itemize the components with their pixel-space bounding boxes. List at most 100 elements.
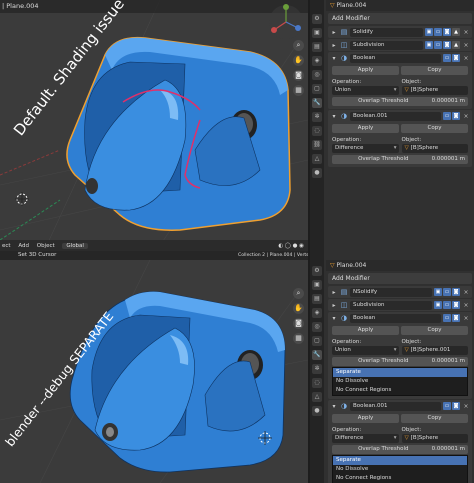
render-toggle-icon[interactable]: ◙ <box>452 54 460 62</box>
apply-button[interactable]: Apply <box>332 124 399 133</box>
world-tab-icon[interactable]: ◎ <box>312 70 322 80</box>
close-icon[interactable]: × <box>462 315 470 322</box>
viewport-toggle-icon[interactable]: ▭ <box>443 301 451 309</box>
data-tab-icon[interactable]: △ <box>312 154 322 164</box>
object-tab-icon[interactable]: ▢ <box>312 84 322 94</box>
close-icon[interactable]: × <box>462 42 470 49</box>
object-tab-icon[interactable]: ▢ <box>312 336 322 346</box>
chevron-down-icon[interactable]: ▾ <box>330 315 338 322</box>
modifier-name-field[interactable]: Subdivision <box>350 40 423 50</box>
render-toggle-icon[interactable]: ◙ <box>452 314 460 322</box>
viewport-toggle-icon[interactable]: ▭ <box>443 112 451 120</box>
physics-tab-icon[interactable]: ◌ <box>312 378 322 388</box>
copy-button[interactable]: Copy <box>401 326 468 335</box>
grid-icon[interactable]: ▦ <box>293 333 304 344</box>
object-field[interactable]: ▽ [B]Sphere.001 <box>401 346 468 355</box>
output-tab-icon[interactable]: ▤ <box>312 42 322 52</box>
render-toggle-icon[interactable]: ◙ <box>452 112 460 120</box>
modifier-tab-icon[interactable]: 🔧 <box>312 98 322 108</box>
chevron-right-icon[interactable]: ▸ <box>330 302 338 309</box>
list-item[interactable]: No Connect Regions <box>333 386 467 395</box>
overlap-threshold-field[interactable]: Overlap Threshold 0.000001 m <box>332 155 468 164</box>
modifier-tab-icon[interactable]: 🔧 <box>312 350 322 360</box>
editmode-toggle-icon[interactable]: ▣ <box>434 288 442 296</box>
orientation-dropdown[interactable]: Global <box>62 243 88 249</box>
close-icon[interactable]: × <box>462 29 470 36</box>
render-toggle-icon[interactable]: ◙ <box>443 28 451 36</box>
operation-dropdown[interactable]: Difference <box>332 434 399 443</box>
search-icon[interactable]: ⌕ <box>293 40 304 51</box>
chevron-right-icon[interactable]: ▸ <box>330 29 338 36</box>
material-tab-icon[interactable]: ● <box>312 168 322 178</box>
render-tab-icon[interactable]: ▣ <box>312 280 322 290</box>
grid-icon[interactable]: ▦ <box>293 85 304 96</box>
render-toggle-icon[interactable]: ◙ <box>452 402 460 410</box>
list-item[interactable]: No Dissolve <box>333 377 467 386</box>
list-item[interactable]: Separate <box>333 368 467 377</box>
modifier-name-field[interactable]: Boolean.001 <box>350 401 441 411</box>
overlap-threshold-field[interactable]: Overlap Threshold 0.000001 m <box>332 445 468 454</box>
hand-icon[interactable]: ✋ <box>293 55 304 66</box>
move-up-icon[interactable]: ▲ <box>452 41 460 49</box>
close-icon[interactable]: × <box>462 289 470 296</box>
close-icon[interactable]: × <box>462 403 470 410</box>
modifier-name-field[interactable]: Solidify <box>350 27 423 37</box>
material-tab-icon[interactable]: ● <box>312 406 322 416</box>
editmode-toggle-icon[interactable]: ▣ <box>425 28 433 36</box>
scene-tab-icon[interactable]: ◈ <box>312 308 322 318</box>
data-tab-icon[interactable]: △ <box>312 392 322 402</box>
viewport-3d-top[interactable]: | Plane.004 Default. Shading issue ⌕ ✋ ◙… <box>0 0 308 260</box>
tool-tab-icon[interactable]: ⚙ <box>312 14 322 24</box>
render-tab-icon[interactable]: ▣ <box>312 28 322 38</box>
viewport-toggle-icon[interactable]: ▭ <box>443 314 451 322</box>
apply-button[interactable]: Apply <box>332 66 399 75</box>
close-icon[interactable]: × <box>462 55 470 62</box>
constraints-tab-icon[interactable]: ⛓ <box>312 140 322 150</box>
camera-icon[interactable]: ◙ <box>293 70 304 81</box>
viewport-toggle-icon[interactable]: ▭ <box>434 41 442 49</box>
modifier-name-field[interactable]: NSolidify <box>350 287 432 297</box>
list-item[interactable]: No Connect Regions <box>333 474 467 483</box>
chevron-down-icon[interactable]: ▾ <box>330 55 338 62</box>
menu-object[interactable]: Object <box>37 243 55 249</box>
output-tab-icon[interactable]: ▤ <box>312 294 322 304</box>
operation-dropdown[interactable]: Difference <box>332 144 399 153</box>
hand-icon[interactable]: ✋ <box>293 303 304 314</box>
render-toggle-icon[interactable]: ◙ <box>443 41 451 49</box>
close-icon[interactable]: × <box>462 113 470 120</box>
list-item[interactable]: Separate <box>333 456 467 465</box>
add-modifier-button[interactable]: Add Modifier <box>328 13 472 24</box>
modifier-name-field[interactable]: Boolean <box>350 313 441 323</box>
viewport-toggle-icon[interactable]: ▭ <box>434 28 442 36</box>
object-field[interactable]: ▽ [B]Sphere <box>401 434 468 443</box>
world-tab-icon[interactable]: ◎ <box>312 322 322 332</box>
editmode-toggle-icon[interactable]: ▣ <box>434 301 442 309</box>
apply-button[interactable]: Apply <box>332 326 399 335</box>
render-toggle-icon[interactable]: ◙ <box>452 288 460 296</box>
render-toggle-icon[interactable]: ◙ <box>452 301 460 309</box>
copy-button[interactable]: Copy <box>401 124 468 133</box>
scene-tab-icon[interactable]: ◈ <box>312 56 322 66</box>
apply-button[interactable]: Apply <box>332 414 399 423</box>
viewport-toggle-icon[interactable]: ▭ <box>443 54 451 62</box>
operation-dropdown[interactable]: Union <box>332 86 399 95</box>
modifier-name-field[interactable]: Boolean <box>350 53 441 63</box>
chevron-down-icon[interactable]: ▾ <box>330 113 338 120</box>
close-icon[interactable]: × <box>462 302 470 309</box>
physics-tab-icon[interactable]: ◌ <box>312 126 322 136</box>
search-icon[interactable]: ⌕ <box>293 288 304 299</box>
modifier-name-field[interactable]: Subdivision <box>350 300 432 310</box>
particles-tab-icon[interactable]: ✲ <box>312 112 322 122</box>
chevron-down-icon[interactable]: ▾ <box>330 403 338 410</box>
overlap-threshold-field[interactable]: Overlap Threshold 0.000001 m <box>332 357 468 366</box>
menu-select[interactable]: ect <box>2 243 11 249</box>
add-modifier-button[interactable]: Add Modifier <box>328 273 472 284</box>
viewport-toggle-icon[interactable]: ▭ <box>443 288 451 296</box>
particles-tab-icon[interactable]: ✲ <box>312 364 322 374</box>
object-field[interactable]: ▽ [B]Sphere <box>401 86 468 95</box>
copy-button[interactable]: Copy <box>401 414 468 423</box>
camera-icon[interactable]: ◙ <box>293 318 304 329</box>
copy-button[interactable]: Copy <box>401 66 468 75</box>
editmode-toggle-icon[interactable]: ▣ <box>425 41 433 49</box>
viewport-toggle-icon[interactable]: ▭ <box>443 402 451 410</box>
